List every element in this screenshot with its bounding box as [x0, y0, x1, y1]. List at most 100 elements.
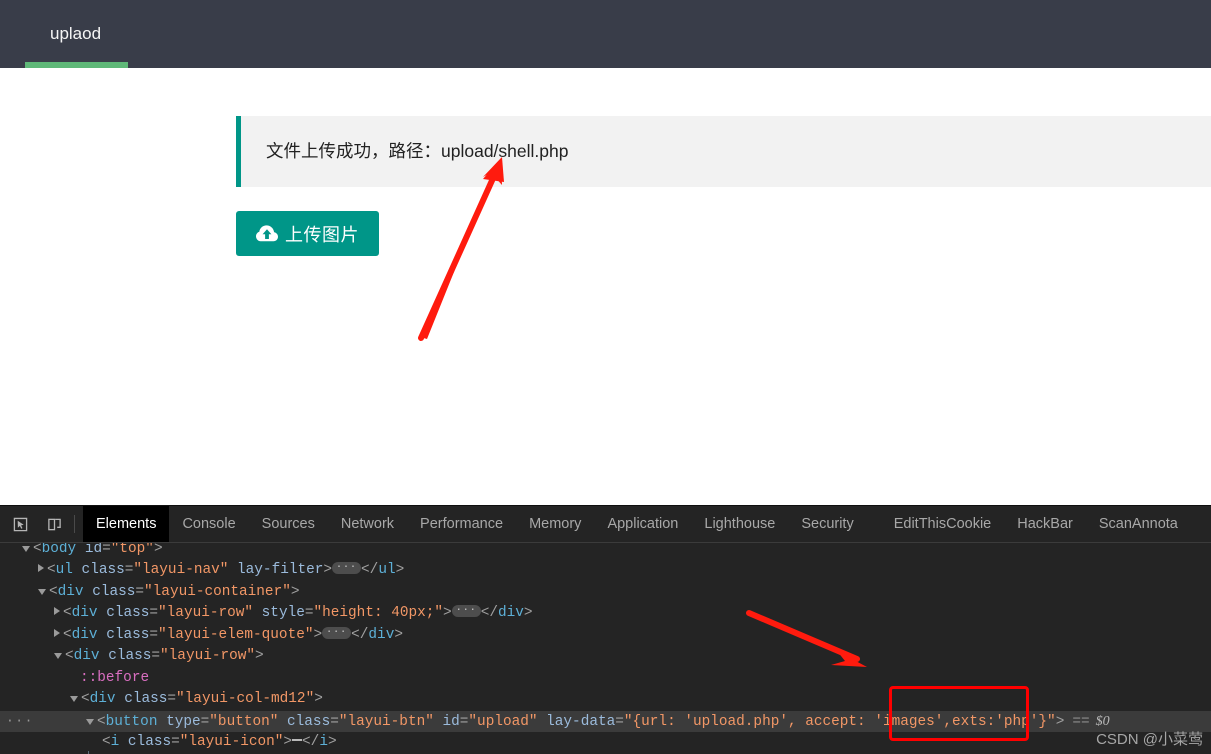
code-token-val: "top" [111, 543, 154, 557]
upload-button-row: 上传图片 [236, 211, 1211, 256]
code-token-tag: div [72, 627, 98, 643]
devtools-tab-lighthouse[interactable]: Lighthouse [691, 506, 788, 542]
collapsed-children-badge[interactable]: ··· [322, 627, 351, 639]
dom-tree-row[interactable]: <div class="layui-container"> [0, 582, 1211, 604]
inspect-element-icon[interactable] [6, 511, 34, 537]
code-token-attr: lay-filter [228, 562, 323, 578]
disclosure-triangle-icon[interactable] [22, 546, 30, 552]
code-token-eq: = [102, 543, 111, 557]
dom-tree-row[interactable]: <div class="layui-col-md12"> [0, 689, 1211, 711]
disclosure-triangle-icon[interactable] [70, 696, 78, 702]
code-token-attr: class [73, 562, 125, 578]
browser-viewport: uplaod 文件上传成功，路径：upload/shell.php 上传图片 [0, 0, 1211, 505]
code-token-punct: > [396, 562, 405, 578]
dom-tree-row[interactable]: <ul class="layui-nav" lay-filter>···</ul… [0, 560, 1211, 582]
code-token-val: "layui-nav" [133, 562, 228, 578]
code-token-eq: = [171, 734, 180, 750]
unknown-glyph-icon [292, 739, 302, 741]
device-toolbar-icon[interactable] [40, 511, 68, 537]
layui-container: 文件上传成功，路径：upload/shell.php 上传图片 [236, 68, 1211, 256]
code-token-attr: class [100, 648, 152, 664]
code-token-val: "{url: 'upload.php', accept: 'images',ex… [624, 714, 1056, 730]
devtools-tab-hackbar[interactable]: HackBar [1004, 506, 1086, 542]
code-token-punct: </ [481, 605, 498, 621]
code-token-punct: > [313, 627, 322, 643]
dom-tree-view[interactable]: <body id="top"><ul class="layui-nav" lay… [0, 543, 1211, 754]
code-token-punct: > [524, 605, 533, 621]
code-token-eq: = [167, 691, 176, 707]
code-token-val: "layui-container" [144, 584, 291, 600]
code-token-eq: = [330, 714, 339, 730]
code-token-punct: < [65, 648, 74, 664]
devtools-tab-security[interactable]: Security [788, 506, 866, 542]
code-token-val: "upload" [468, 714, 537, 730]
csdn-watermark: CSDN @小菜莺 [1096, 728, 1203, 749]
devtools-tab-application[interactable]: Application [594, 506, 691, 542]
devtools-tab-bar: ElementsConsoleSourcesNetworkPerformance… [83, 506, 1191, 542]
dom-tree-row-selected[interactable]: ···<button type="button" class="layui-bt… [0, 711, 1211, 733]
code-token-val: "layui-row" [160, 648, 255, 664]
code-token-pseudo: ::before [80, 670, 149, 686]
code-token-punct: > [255, 648, 264, 664]
code-token-attr: class [98, 605, 150, 621]
selected-node-reference: $0 [1096, 714, 1110, 729]
code-token-val: "layui-col-md12" [176, 691, 314, 707]
spacer-row [236, 68, 1211, 116]
code-token-punct: > [154, 543, 163, 557]
code-token-punct: < [102, 734, 111, 750]
dom-tree-row[interactable]: <div class="layui-row" style="height: 40… [0, 603, 1211, 625]
upload-button-label: 上传图片 [285, 221, 359, 247]
disclosure-triangle-icon[interactable] [54, 629, 60, 637]
disclosure-triangle-icon[interactable] [86, 719, 94, 725]
code-token-eq: = [615, 714, 624, 730]
disclosure-triangle-icon[interactable] [38, 564, 44, 572]
code-token-punct: < [49, 584, 58, 600]
code-token-tag: div [498, 605, 524, 621]
code-token-punct: < [97, 714, 106, 730]
code-token-punct: > [1056, 714, 1065, 730]
devtools-tab-editthiscookie[interactable]: EditThisCookie [881, 506, 1005, 542]
code-token-punct: < [47, 562, 56, 578]
code-token-punct: < [63, 605, 72, 621]
collapsed-children-badge[interactable]: ··· [452, 605, 481, 617]
code-token-eq: = [151, 648, 160, 664]
cloud-upload-icon [256, 225, 278, 242]
collapsed-children-badge[interactable]: ··· [332, 562, 361, 574]
dom-tree-row[interactable]: <i class="layui-icon"></i> [0, 732, 1211, 754]
code-token-val: "layui-row" [158, 605, 253, 621]
dom-tree-row[interactable]: <div class="layui-row"> [0, 646, 1211, 668]
nav-item-uplaod[interactable]: uplaod [25, 0, 126, 68]
code-token-eq: = [305, 605, 314, 621]
code-token-attr: class [98, 627, 150, 643]
code-token-punct: > [323, 562, 332, 578]
code-token-tag: div [74, 648, 100, 664]
code-token-eq: = [149, 605, 158, 621]
code-token-punct: > [328, 734, 337, 750]
disclosure-triangle-icon[interactable] [54, 653, 62, 659]
code-token-tag: button [106, 714, 158, 730]
dom-row-more-badge[interactable]: ··· [6, 714, 34, 728]
selected-node-equals: == [1072, 714, 1089, 730]
upload-image-button[interactable]: 上传图片 [236, 211, 379, 256]
devtools-tab-memory[interactable]: Memory [516, 506, 594, 542]
code-token-punct: < [33, 543, 42, 557]
code-token-attr: lay-data [538, 714, 616, 730]
devtools-tab-console[interactable]: Console [169, 506, 248, 542]
disclosure-triangle-icon[interactable] [54, 607, 60, 615]
disclosure-triangle-icon[interactable] [38, 589, 46, 595]
code-token-attr: id [434, 714, 460, 730]
devtools-tab-scanannota[interactable]: ScanAnnota [1086, 506, 1191, 542]
code-token-val: "layui-btn" [339, 714, 434, 730]
devtools-tab-sources[interactable]: Sources [249, 506, 328, 542]
devtools-tab-performance[interactable]: Performance [407, 506, 516, 542]
devtools-tab-network[interactable]: Network [328, 506, 407, 542]
devtools-tab-elements[interactable]: Elements [83, 506, 169, 542]
code-token-attr: class [119, 734, 171, 750]
dom-tree-row[interactable]: <body id="top"> [0, 543, 1211, 560]
code-token-attr: class [116, 691, 168, 707]
toolbar-divider [74, 515, 75, 533]
dom-tree-row[interactable]: ::before [0, 668, 1211, 690]
code-token-attr: class [84, 584, 136, 600]
code-token-tag: ul [56, 562, 73, 578]
dom-tree-row[interactable]: <div class="layui-elem-quote">···</div> [0, 625, 1211, 647]
